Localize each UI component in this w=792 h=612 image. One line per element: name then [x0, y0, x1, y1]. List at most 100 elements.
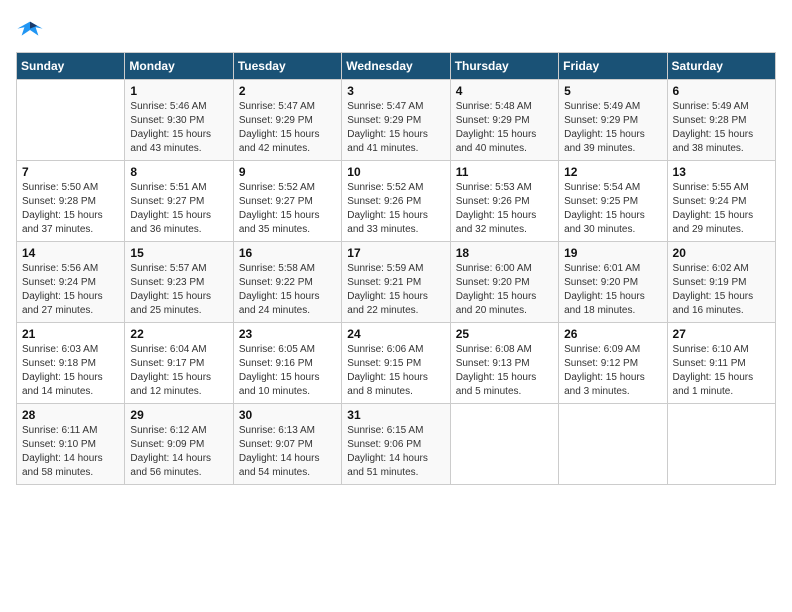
- page-header: [16, 16, 776, 44]
- day-info: Sunrise: 5:54 AM Sunset: 9:25 PM Dayligh…: [564, 181, 661, 237]
- day-number: 18: [456, 246, 553, 260]
- day-info: Sunrise: 6:05 AM Sunset: 9:16 PM Dayligh…: [239, 343, 336, 399]
- calendar-cell: 10 Sunrise: 5:52 AM Sunset: 9:26 PM Dayli…: [342, 161, 450, 242]
- day-number: 27: [673, 327, 770, 341]
- calendar-cell: 24 Sunrise: 6:06 AM Sunset: 9:15 PM Dayli…: [342, 323, 450, 404]
- weekday-header-monday: Monday: [125, 53, 233, 80]
- calendar-cell: 2 Sunrise: 5:47 AM Sunset: 9:29 PM Daylig…: [233, 80, 341, 161]
- day-number: 25: [456, 327, 553, 341]
- day-number: 3: [347, 84, 444, 98]
- calendar-cell: 1 Sunrise: 5:46 AM Sunset: 9:30 PM Daylig…: [125, 80, 233, 161]
- day-info: Sunrise: 5:50 AM Sunset: 9:28 PM Dayligh…: [22, 181, 119, 237]
- day-number: 4: [456, 84, 553, 98]
- calendar-week-1: 1 Sunrise: 5:46 AM Sunset: 9:30 PM Daylig…: [17, 80, 776, 161]
- calendar-cell: 15 Sunrise: 5:57 AM Sunset: 9:23 PM Dayli…: [125, 242, 233, 323]
- calendar-cell: 20 Sunrise: 6:02 AM Sunset: 9:19 PM Dayli…: [667, 242, 775, 323]
- day-info: Sunrise: 5:58 AM Sunset: 9:22 PM Dayligh…: [239, 262, 336, 318]
- calendar-cell: 27 Sunrise: 6:10 AM Sunset: 9:11 PM Dayli…: [667, 323, 775, 404]
- day-info: Sunrise: 5:47 AM Sunset: 9:29 PM Dayligh…: [239, 100, 336, 156]
- day-info: Sunrise: 5:51 AM Sunset: 9:27 PM Dayligh…: [130, 181, 227, 237]
- day-number: 15: [130, 246, 227, 260]
- calendar-cell: 16 Sunrise: 5:58 AM Sunset: 9:22 PM Dayli…: [233, 242, 341, 323]
- weekday-header-friday: Friday: [559, 53, 667, 80]
- day-info: Sunrise: 6:04 AM Sunset: 9:17 PM Dayligh…: [130, 343, 227, 399]
- day-number: 28: [22, 408, 119, 422]
- day-number: 6: [673, 84, 770, 98]
- calendar-cell: 14Sunrise: 5:56 AM Sunset: 9:24 PM Dayli…: [17, 242, 125, 323]
- day-info: Sunrise: 5:52 AM Sunset: 9:26 PM Dayligh…: [347, 181, 444, 237]
- calendar-cell: 8 Sunrise: 5:51 AM Sunset: 9:27 PM Daylig…: [125, 161, 233, 242]
- day-number: 1: [130, 84, 227, 98]
- day-number: 2: [239, 84, 336, 98]
- calendar-cell: 13 Sunrise: 5:55 AM Sunset: 9:24 PM Dayli…: [667, 161, 775, 242]
- calendar-cell: [450, 404, 558, 485]
- day-number: 19: [564, 246, 661, 260]
- calendar-cell: 25 Sunrise: 6:08 AM Sunset: 9:13 PM Dayli…: [450, 323, 558, 404]
- day-info: Sunrise: 6:12 AM Sunset: 9:09 PM Dayligh…: [130, 424, 227, 480]
- day-info: Sunrise: 5:55 AM Sunset: 9:24 PM Dayligh…: [673, 181, 770, 237]
- day-number: 8: [130, 165, 227, 179]
- day-info: Sunrise: 6:15 AM Sunset: 9:06 PM Dayligh…: [347, 424, 444, 480]
- calendar-cell: [17, 80, 125, 161]
- calendar-cell: 12 Sunrise: 5:54 AM Sunset: 9:25 PM Dayli…: [559, 161, 667, 242]
- day-number: 16: [239, 246, 336, 260]
- day-number: 5: [564, 84, 661, 98]
- calendar-week-3: 14Sunrise: 5:56 AM Sunset: 9:24 PM Dayli…: [17, 242, 776, 323]
- calendar-cell: 4 Sunrise: 5:48 AM Sunset: 9:29 PM Daylig…: [450, 80, 558, 161]
- day-number: 22: [130, 327, 227, 341]
- day-info: Sunrise: 5:46 AM Sunset: 9:30 PM Dayligh…: [130, 100, 227, 156]
- calendar-week-2: 7 Sunrise: 5:50 AM Sunset: 9:28 PM Daylig…: [17, 161, 776, 242]
- calendar-week-5: 28Sunrise: 6:11 AM Sunset: 9:10 PM Dayli…: [17, 404, 776, 485]
- calendar-cell: [667, 404, 775, 485]
- day-number: 12: [564, 165, 661, 179]
- day-info: Sunrise: 6:06 AM Sunset: 9:15 PM Dayligh…: [347, 343, 444, 399]
- day-number: 14: [22, 246, 119, 260]
- day-number: 24: [347, 327, 444, 341]
- day-info: Sunrise: 6:09 AM Sunset: 9:12 PM Dayligh…: [564, 343, 661, 399]
- calendar-cell: 9 Sunrise: 5:52 AM Sunset: 9:27 PM Daylig…: [233, 161, 341, 242]
- day-info: Sunrise: 5:48 AM Sunset: 9:29 PM Dayligh…: [456, 100, 553, 156]
- day-number: 9: [239, 165, 336, 179]
- day-number: 20: [673, 246, 770, 260]
- day-info: Sunrise: 6:01 AM Sunset: 9:20 PM Dayligh…: [564, 262, 661, 318]
- day-info: Sunrise: 6:00 AM Sunset: 9:20 PM Dayligh…: [456, 262, 553, 318]
- day-number: 21: [22, 327, 119, 341]
- day-number: 26: [564, 327, 661, 341]
- day-info: Sunrise: 6:08 AM Sunset: 9:13 PM Dayligh…: [456, 343, 553, 399]
- weekday-header-sunday: Sunday: [17, 53, 125, 80]
- weekday-header-row: SundayMondayTuesdayWednesdayThursdayFrid…: [17, 53, 776, 80]
- day-info: Sunrise: 5:53 AM Sunset: 9:26 PM Dayligh…: [456, 181, 553, 237]
- weekday-header-thursday: Thursday: [450, 53, 558, 80]
- calendar-cell: 30Sunrise: 6:13 AM Sunset: 9:07 PM Dayli…: [233, 404, 341, 485]
- day-number: 30: [239, 408, 336, 422]
- calendar-cell: 23Sunrise: 6:05 AM Sunset: 9:16 PM Dayli…: [233, 323, 341, 404]
- calendar-cell: 21 Sunrise: 6:03 AM Sunset: 9:18 PM Dayli…: [17, 323, 125, 404]
- calendar-week-4: 21 Sunrise: 6:03 AM Sunset: 9:18 PM Dayli…: [17, 323, 776, 404]
- day-number: 11: [456, 165, 553, 179]
- day-number: 29: [130, 408, 227, 422]
- day-info: Sunrise: 5:57 AM Sunset: 9:23 PM Dayligh…: [130, 262, 227, 318]
- calendar-cell: 7 Sunrise: 5:50 AM Sunset: 9:28 PM Daylig…: [17, 161, 125, 242]
- day-info: Sunrise: 6:02 AM Sunset: 9:19 PM Dayligh…: [673, 262, 770, 318]
- logo: [16, 16, 48, 44]
- day-info: Sunrise: 5:47 AM Sunset: 9:29 PM Dayligh…: [347, 100, 444, 156]
- calendar-cell: 22 Sunrise: 6:04 AM Sunset: 9:17 PM Dayli…: [125, 323, 233, 404]
- day-number: 10: [347, 165, 444, 179]
- day-number: 7: [22, 165, 119, 179]
- calendar-body: 1 Sunrise: 5:46 AM Sunset: 9:30 PM Daylig…: [17, 80, 776, 485]
- calendar-cell: 11 Sunrise: 5:53 AM Sunset: 9:26 PM Dayli…: [450, 161, 558, 242]
- calendar-cell: 26 Sunrise: 6:09 AM Sunset: 9:12 PM Dayli…: [559, 323, 667, 404]
- calendar-cell: 29 Sunrise: 6:12 AM Sunset: 9:09 PM Dayli…: [125, 404, 233, 485]
- logo-bird-icon: [16, 16, 44, 44]
- calendar-cell: 5 Sunrise: 5:49 AM Sunset: 9:29 PM Daylig…: [559, 80, 667, 161]
- day-number: 13: [673, 165, 770, 179]
- day-info: Sunrise: 5:52 AM Sunset: 9:27 PM Dayligh…: [239, 181, 336, 237]
- day-info: Sunrise: 6:03 AM Sunset: 9:18 PM Dayligh…: [22, 343, 119, 399]
- calendar-cell: 28Sunrise: 6:11 AM Sunset: 9:10 PM Dayli…: [17, 404, 125, 485]
- calendar-cell: 6 Sunrise: 5:49 AM Sunset: 9:28 PM Daylig…: [667, 80, 775, 161]
- day-info: Sunrise: 5:49 AM Sunset: 9:28 PM Dayligh…: [673, 100, 770, 156]
- day-number: 31: [347, 408, 444, 422]
- day-info: Sunrise: 5:49 AM Sunset: 9:29 PM Dayligh…: [564, 100, 661, 156]
- day-info: Sunrise: 6:10 AM Sunset: 9:11 PM Dayligh…: [673, 343, 770, 399]
- calendar-cell: 18 Sunrise: 6:00 AM Sunset: 9:20 PM Dayli…: [450, 242, 558, 323]
